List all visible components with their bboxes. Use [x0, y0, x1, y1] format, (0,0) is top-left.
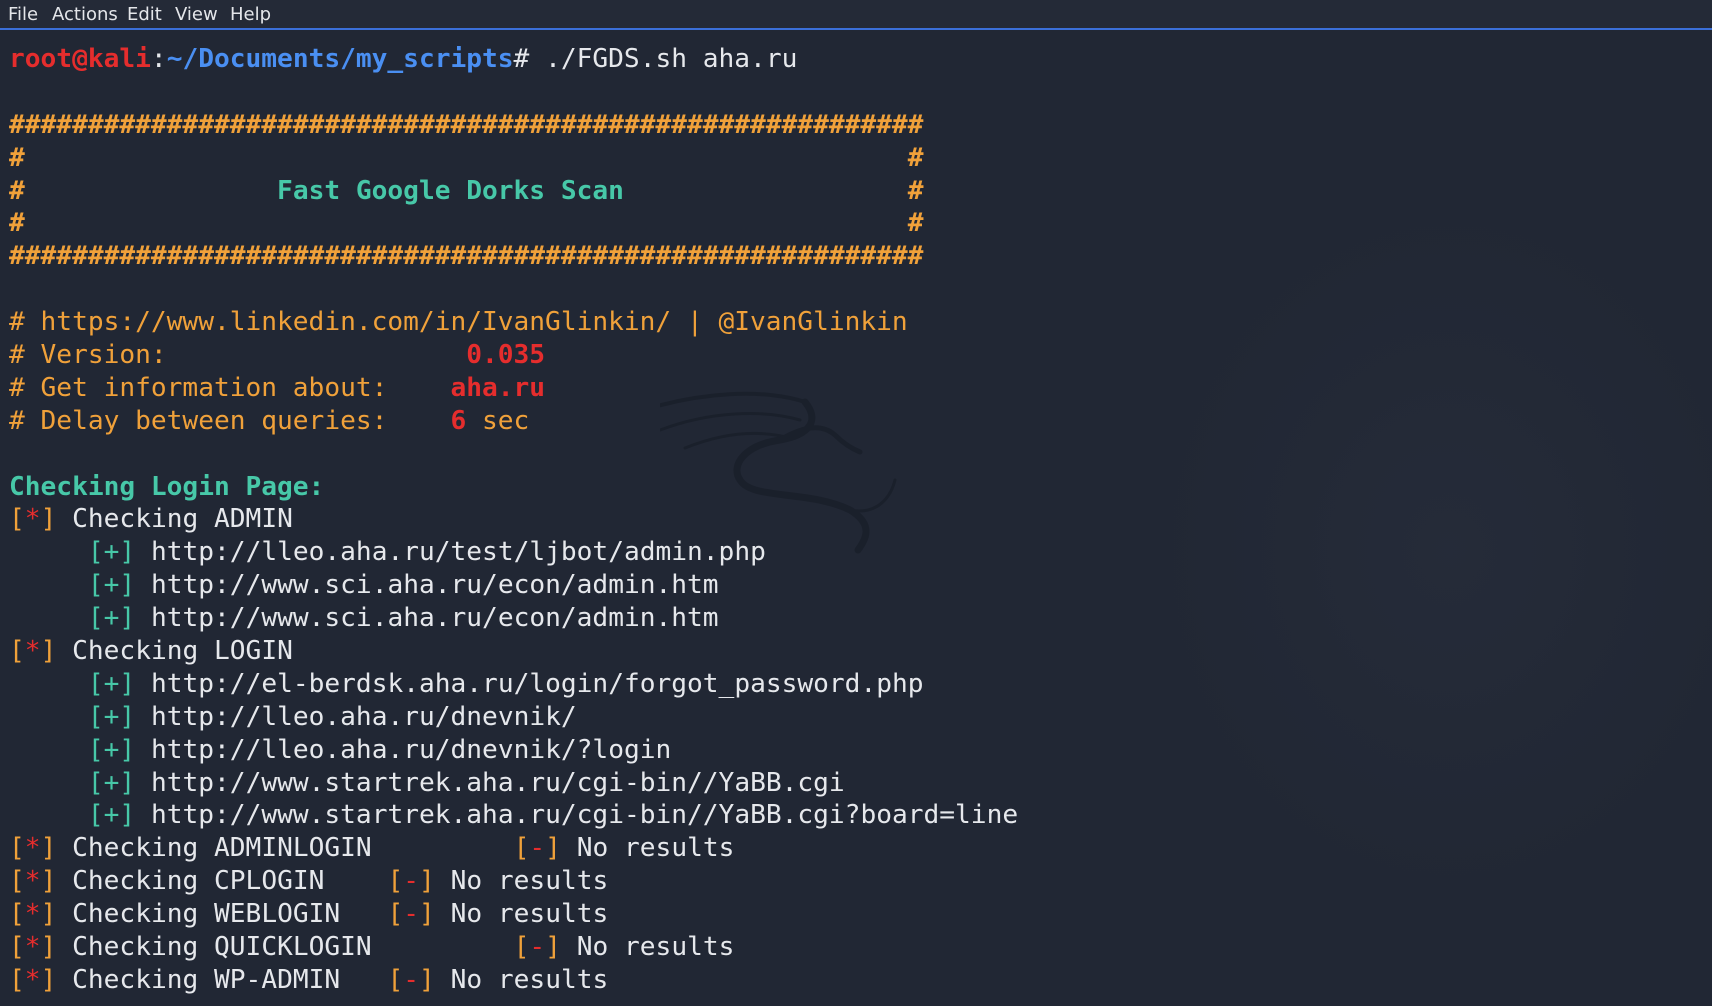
result-line: [+] http://www.sci.aha.ru/econ/admin.htm	[9, 602, 1699, 635]
result-line: [+] http://www.sci.aha.ru/econ/admin.htm	[9, 569, 1699, 602]
no-results-text: No results	[576, 833, 735, 864]
result-line: [+] http://lleo.aha.ru/dnevnik/?login	[9, 734, 1699, 767]
star-marker: *	[24, 964, 41, 995]
result-url[interactable]: http://www.startrek.aha.ru/cgi-bin//YaBB…	[151, 768, 845, 798]
minus-marker: [-]	[387, 899, 435, 930]
minus-marker: [-]	[513, 932, 561, 963]
banner-title-row: # Fast Google Dorks Scan #	[9, 175, 924, 206]
result-url[interactable]: http://www.sci.aha.ru/econ/admin.htm	[151, 570, 719, 600]
menu-file[interactable]: File	[8, 4, 38, 26]
star-marker: *	[24, 866, 41, 897]
check-line: [*] Checking WEBLOGIN [-] No results	[9, 899, 609, 930]
command-prompt-line: root@kali:~/Documents/my_scripts# ./FGDS…	[9, 43, 1699, 76]
no-results-text: No results	[576, 932, 735, 963]
check-name: Checking CPLOGIN	[72, 866, 325, 897]
check-line: [*] Checking WP-ADMIN [-] No results	[9, 964, 609, 995]
star-marker: *	[24, 636, 41, 667]
no-results-text: No results	[450, 866, 609, 897]
check-line: [*] Checking LOGIN	[9, 636, 293, 667]
check-name: Checking QUICKLOGIN	[72, 932, 372, 963]
minus-marker: [-]	[387, 866, 435, 897]
prompt-user: root@kali	[9, 44, 151, 74]
menu-edit[interactable]: Edit	[127, 4, 162, 26]
plus-marker: [+]	[87, 767, 136, 798]
command-text: ./FGDS.sh aha.ru	[529, 44, 798, 74]
check-name: Checking ADMINLOGIN	[72, 833, 372, 864]
menu-bar: File Actions Edit View Help	[0, 0, 1712, 30]
minus-marker: [-]	[513, 833, 561, 864]
banner-empty-row: # #	[9, 142, 924, 173]
menu-help[interactable]: Help	[230, 4, 271, 26]
star-marker: *	[24, 504, 41, 535]
result-line: [+] http://lleo.aha.ru/dnevnik/	[9, 701, 1699, 734]
delay-unit: sec	[466, 405, 530, 436]
section-title: Checking Login Page:	[9, 471, 325, 502]
check-name: Checking WP-ADMIN	[72, 964, 341, 995]
check-name: Checking LOGIN	[72, 636, 293, 667]
check-name: Checking ADMIN	[72, 504, 293, 535]
minus-marker: [-]	[387, 964, 435, 995]
plus-marker: [+]	[87, 701, 136, 732]
plus-marker: [+]	[87, 570, 136, 601]
target-line: # Get information about: aha.ru	[9, 372, 546, 403]
version-line: # Version: 0.035	[9, 340, 546, 371]
plus-marker: [+]	[87, 668, 136, 699]
result-url[interactable]: http://el-berdsk.aha.ru/login/forgot_pas…	[151, 669, 924, 699]
banner-title: Fast Google Dorks Scan	[277, 175, 624, 206]
result-url[interactable]: http://www.sci.aha.ru/econ/admin.htm	[151, 603, 719, 633]
author-link-line: # https://www.linkedin.com/in/IvanGlinki…	[9, 307, 908, 338]
banner-border-top: ########################################…	[9, 109, 924, 140]
result-url[interactable]: http://lleo.aha.ru/dnevnik/?login	[151, 735, 671, 765]
no-results-text: No results	[450, 899, 609, 930]
result-url[interactable]: http://lleo.aha.ru/test/ljbot/admin.php	[151, 537, 766, 567]
prompt-separator: :	[150, 44, 167, 74]
check-line: [*] Checking CPLOGIN [-] No results	[9, 866, 609, 897]
result-url[interactable]: http://lleo.aha.ru/dnevnik/	[151, 702, 577, 732]
banner-border-bottom: ########################################…	[9, 241, 924, 272]
star-marker: *	[24, 899, 41, 930]
check-line: [*] Checking ADMIN	[9, 504, 293, 535]
version-value: 0.035	[466, 340, 546, 371]
no-results-text: No results	[450, 964, 609, 995]
check-line: [*] Checking QUICKLOGIN [-] No results	[9, 932, 735, 963]
result-line: [+] http://lleo.aha.ru/test/ljbot/admin.…	[9, 536, 1699, 569]
banner-empty-row: # #	[9, 208, 924, 239]
check-name: Checking WEBLOGIN	[72, 899, 341, 930]
star-marker: *	[24, 932, 41, 963]
menu-view[interactable]: View	[175, 4, 218, 26]
plus-marker: [+]	[87, 734, 136, 765]
plus-marker: [+]	[87, 603, 136, 634]
star-marker: *	[24, 833, 41, 864]
check-line: [*] Checking ADMINLOGIN [-] No results	[9, 833, 735, 864]
plus-marker: [+]	[87, 537, 136, 568]
result-line: [+] http://www.startrek.aha.ru/cgi-bin//…	[9, 767, 1699, 800]
terminal-output[interactable]: root@kali:~/Documents/my_scripts# ./FGDS…	[9, 43, 1699, 1001]
prompt-symbol: #	[513, 44, 530, 74]
delay-line: # Delay between queries: 6 sec	[9, 405, 530, 436]
target-value: aha.ru	[450, 372, 546, 403]
result-url[interactable]: http://www.startrek.aha.ru/cgi-bin//YaBB…	[151, 800, 1018, 830]
menu-actions[interactable]: Actions	[52, 4, 118, 26]
prompt-path: ~/Documents/my_scripts	[166, 44, 514, 74]
result-line: [+] http://el-berdsk.aha.ru/login/forgot…	[9, 668, 1699, 701]
plus-marker: [+]	[87, 800, 136, 831]
result-line: [+] http://www.startrek.aha.ru/cgi-bin//…	[9, 799, 1699, 832]
delay-value: 6	[450, 405, 467, 436]
